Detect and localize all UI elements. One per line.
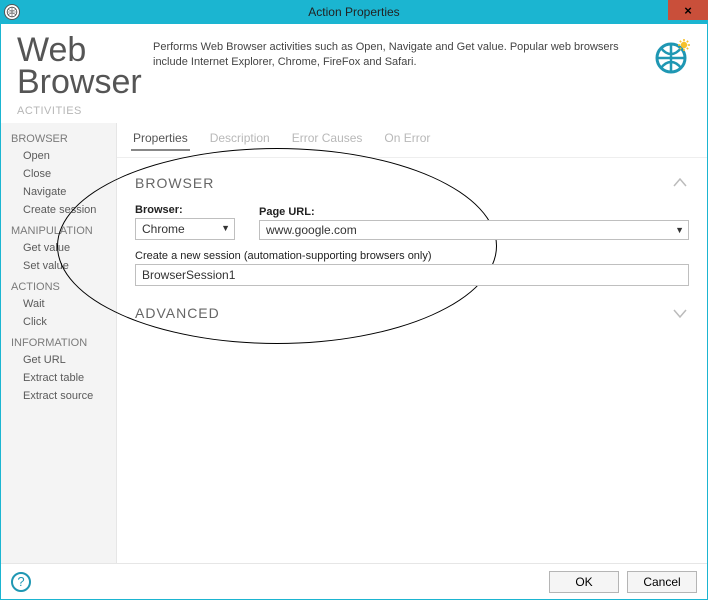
sidebar-group-manipulation: MANIPULATION [1,219,116,239]
chevron-up-icon [671,174,689,192]
content-area: Properties Description Error Causes On E… [117,123,707,563]
window-body: Web Browser Performs Web Browser activit… [0,24,708,600]
page-title: Web Browser [17,34,137,99]
tab-properties[interactable]: Properties [131,127,190,151]
session-value: BrowserSession1 [142,268,235,282]
sidebar-item-create-session[interactable]: Create session [1,201,116,219]
section-advanced-title: ADVANCED [135,305,220,321]
sidebar-group-browser: BROWSER [1,127,116,147]
page-url-value: www.google.com [266,223,357,237]
footer: ? OK Cancel [1,563,707,599]
page-url-label: Page URL: [259,206,689,218]
tab-error-causes[interactable]: Error Causes [290,127,365,151]
activities-label: ACTIVITIES [1,99,707,123]
browser-select-value: Chrome [142,222,185,236]
sidebar-item-get-value[interactable]: Get value [1,239,116,257]
sidebar-item-get-url[interactable]: Get URL [1,351,116,369]
properties-pane: BROWSER Browser: Chrome ▼ Page URL: [117,158,707,338]
page-url-input[interactable]: www.google.com ▼ [259,220,689,240]
session-input[interactable]: BrowserSession1 [135,264,689,286]
sidebar-group-information: INFORMATION [1,331,116,351]
header-description: Performs Web Browser activities such as … [153,34,633,71]
session-label: Create a new session (automation-support… [135,250,689,262]
tab-description[interactable]: Description [208,127,272,151]
sidebar-item-navigate[interactable]: Navigate [1,183,116,201]
browser-select[interactable]: Chrome ▼ [135,218,235,240]
cancel-button[interactable]: Cancel [627,571,697,593]
help-button[interactable]: ? [11,572,31,592]
main-columns: BROWSER Open Close Navigate Create sessi… [1,123,707,563]
sidebar-item-open[interactable]: Open [1,147,116,165]
sidebar-item-close[interactable]: Close [1,165,116,183]
ok-button[interactable]: OK [549,571,619,593]
sidebar-item-set-value[interactable]: Set value [1,257,116,275]
chevron-down-icon [671,304,689,322]
titlebar: Action Properties × [0,0,708,24]
sidebar-item-extract-table[interactable]: Extract table [1,369,116,387]
sidebar-item-extract-source[interactable]: Extract source [1,387,116,405]
sidebar-item-click[interactable]: Click [1,313,116,331]
sidebar: BROWSER Open Close Navigate Create sessi… [1,123,117,563]
section-advanced-header[interactable]: ADVANCED [135,298,689,328]
globe-icon [649,36,691,78]
sidebar-group-actions: ACTIONS [1,275,116,295]
browser-label: Browser: [135,204,247,216]
tab-on-error[interactable]: On Error [382,127,432,151]
header: Web Browser Performs Web Browser activit… [1,24,707,99]
section-browser-header[interactable]: BROWSER [135,168,689,198]
caret-down-icon: ▼ [675,225,684,235]
window-close-button[interactable]: × [668,0,708,20]
section-browser-title: BROWSER [135,175,214,191]
window-title: Action Properties [0,5,708,19]
tabs: Properties Description Error Causes On E… [117,123,707,158]
sidebar-item-wait[interactable]: Wait [1,295,116,313]
caret-down-icon: ▼ [221,223,230,233]
